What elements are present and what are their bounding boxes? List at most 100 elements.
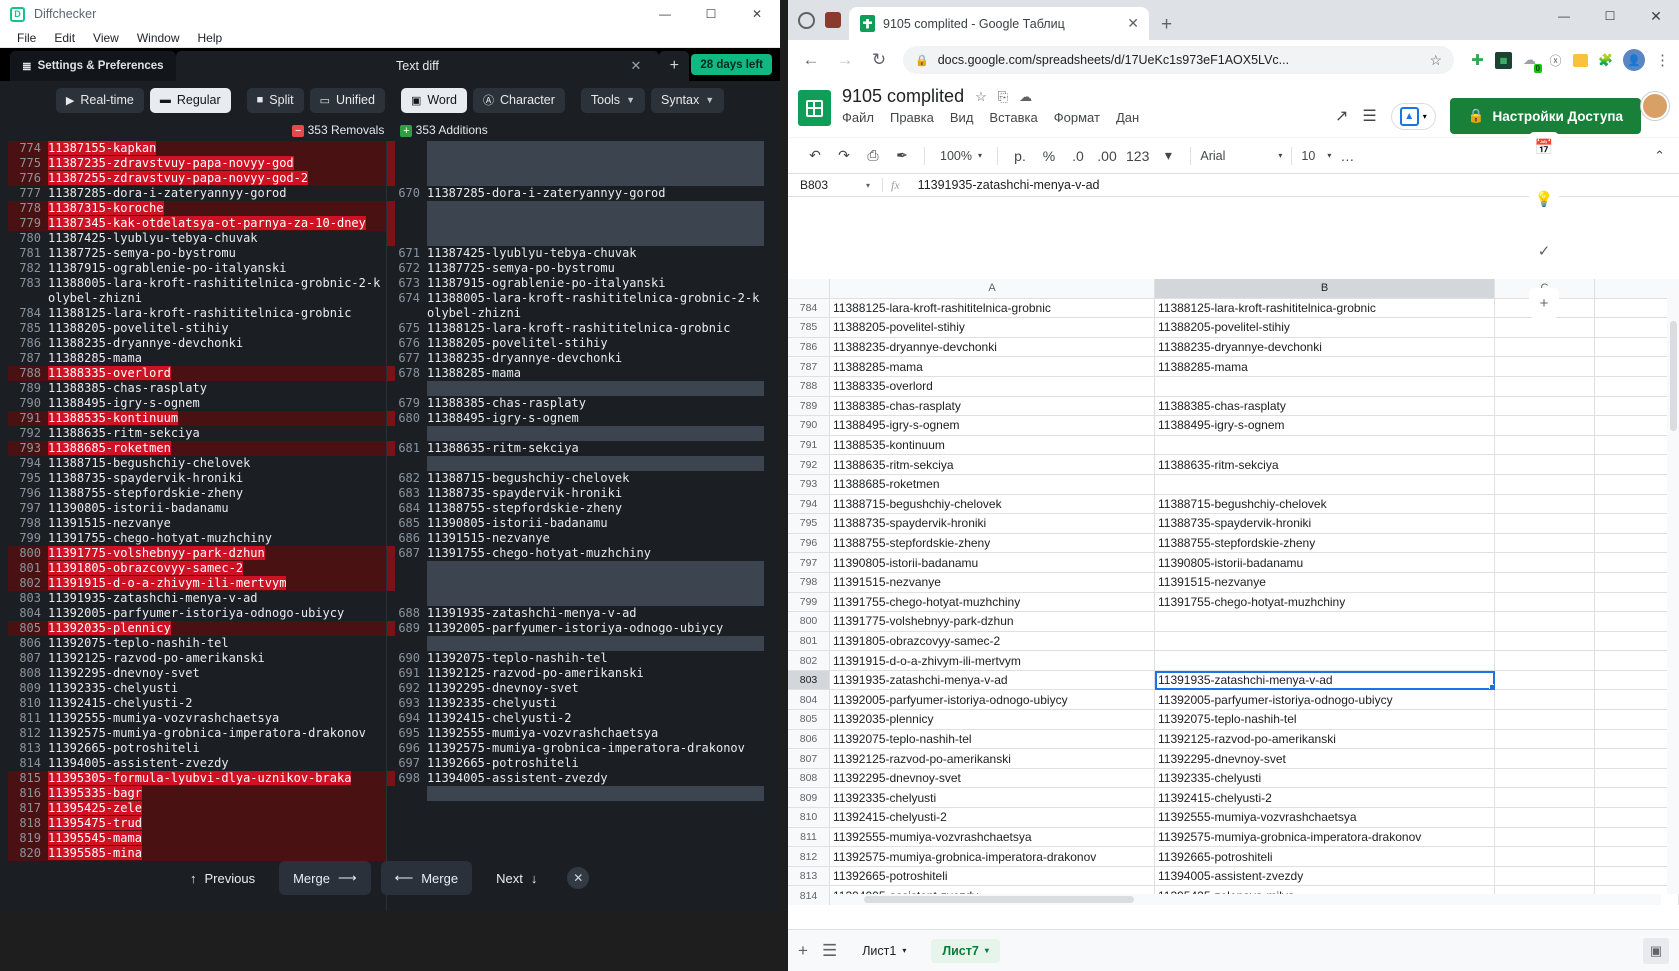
row-header[interactable]: 793 — [788, 474, 830, 495]
diff-pane-right[interactable]: 670 11387285-dora-i-zateryannyy-gorod 671 1… — [386, 141, 764, 911]
cell-a[interactable]: 11388635-ritm-sekciya — [830, 455, 1155, 475]
print-icon[interactable]: ⎙ — [860, 143, 886, 169]
name-box[interactable]: B803 ▾ — [796, 178, 874, 192]
add-sheet-icon[interactable]: + — [798, 941, 808, 961]
cell-b[interactable]: 11392125-razvod-po-amerikanski — [1155, 729, 1495, 750]
syntax-menu-button[interactable]: Syntax ▼ — [650, 87, 725, 113]
cell-b[interactable]: 11388735-spaydervik-hroniki — [1155, 514, 1495, 534]
menu-help[interactable]: Help — [189, 30, 232, 46]
row-header[interactable]: 797 — [788, 553, 830, 573]
collapse-toolbar-icon[interactable]: ⌃ — [1654, 148, 1665, 164]
cell-b[interactable] — [1155, 376, 1495, 397]
row-header[interactable]: 804 — [788, 690, 830, 711]
cell-b[interactable] — [1155, 474, 1495, 495]
row-header[interactable]: 798 — [788, 572, 830, 593]
view-unified-button[interactable]: ▭ Unified — [309, 87, 385, 113]
cell-c[interactable] — [1495, 749, 1595, 769]
more-options-icon[interactable]: … — [1334, 143, 1360, 169]
cell-b[interactable]: 11392005-parfyumer-istoriya-odnogo-ubiyc… — [1155, 690, 1495, 711]
currency-format-icon[interactable]: р. — [1007, 143, 1033, 169]
cell-c[interactable] — [1495, 808, 1595, 828]
chrome-menu-icon[interactable]: ⋮ — [1654, 52, 1671, 69]
keep-icon[interactable]: 💡 — [1529, 184, 1559, 214]
cell-a[interactable]: 11388285-mama — [830, 357, 1155, 377]
menu-view[interactable]: Вид — [950, 110, 974, 125]
explore-chart-icon[interactable]: ↗ — [1335, 106, 1348, 126]
settings-preferences-button[interactable]: ≣ Settings & Preferences — [10, 51, 176, 81]
forward-button[interactable]: → — [830, 45, 860, 75]
maximize-icon[interactable]: ☐ — [688, 0, 734, 28]
new-tab-button[interactable]: + — [1161, 14, 1172, 36]
menu-data[interactable]: Дан — [1116, 110, 1139, 125]
row-header[interactable]: 803 — [788, 670, 830, 691]
cell-a[interactable]: 11388685-roketmen — [830, 474, 1155, 495]
cell-c[interactable] — [1495, 651, 1595, 671]
sheet-tab-list1[interactable]: Лист1 ▾ — [851, 939, 917, 963]
globe-icon[interactable] — [798, 11, 815, 29]
row-header[interactable]: 806 — [788, 729, 830, 750]
folder-extension-icon[interactable] — [1573, 53, 1588, 67]
row-header[interactable]: 805 — [788, 710, 830, 730]
cell-c[interactable] — [1495, 788, 1595, 809]
cell-b[interactable]: 11388205-povelitel-stihiy — [1155, 318, 1495, 338]
row-header[interactable]: 788 — [788, 376, 830, 397]
tasks-icon[interactable]: ✓ — [1529, 236, 1559, 266]
sheet-tab-list7[interactable]: Лист7 ▾ — [931, 938, 1000, 963]
cell-b[interactable] — [1155, 612, 1495, 632]
font-selector[interactable]: Arial ▾ — [1200, 149, 1282, 163]
cell-a[interactable]: 11388385-chas-rasplaty — [830, 396, 1155, 417]
minimize-icon[interactable]: — — [1541, 0, 1587, 32]
cell-b[interactable]: 11392415-chelyusti-2 — [1155, 788, 1495, 809]
cell-b[interactable]: 11391935-zatashchi-menya-v-ad — [1155, 670, 1495, 691]
cell-b[interactable]: 11388755-stepfordskie-zheny — [1155, 533, 1495, 554]
cell-a[interactable]: 11392075-teplo-nashih-tel — [830, 729, 1155, 750]
move-to-folder-icon[interactable]: ⎘ — [998, 89, 1008, 105]
explore-button[interactable]: ▣ — [1643, 937, 1669, 964]
cell-b[interactable]: 11394005-assistent-zvezdy — [1155, 866, 1495, 887]
tab-text-diff[interactable]: Text diff ✕ — [175, 51, 660, 81]
cell-a[interactable]: 11391775-volshebnyy-park-dzhun — [830, 612, 1155, 632]
row-header[interactable]: 808 — [788, 768, 830, 789]
row-header[interactable]: 792 — [788, 455, 830, 475]
row-header[interactable]: 801 — [788, 631, 830, 652]
menu-format[interactable]: Формат — [1054, 110, 1100, 125]
comment-icon[interactable]: ☰ — [1362, 106, 1376, 126]
tab-close-icon[interactable]: ✕ — [630, 58, 641, 74]
publish-button[interactable]: ▲ ▾ — [1390, 102, 1436, 130]
cell-a[interactable]: 11392035-plennicy — [830, 710, 1155, 730]
next-diff-button[interactable]: Next ↓ — [482, 861, 551, 895]
merge-to-left-button[interactable]: ⟵ Merge — [381, 861, 473, 895]
row-header[interactable]: 790 — [788, 416, 830, 436]
row-header[interactable]: 799 — [788, 592, 830, 613]
cell-a[interactable]: 11390805-istorii-badanamu — [830, 553, 1155, 573]
cell-b[interactable] — [1155, 651, 1495, 671]
cell-a[interactable]: 11392125-razvod-po-amerikanski — [830, 749, 1155, 769]
cell-c[interactable] — [1495, 866, 1595, 887]
cell-a[interactable]: 11392575-mumiya-grobnica-imperatora-drak… — [830, 847, 1155, 867]
cell-c[interactable] — [1495, 710, 1595, 730]
formula-input[interactable]: 11391935-zatashchi-menya-v-ad — [918, 178, 1100, 192]
cell-b[interactable]: 11392075-teplo-nashih-tel — [1155, 710, 1495, 730]
add-panel-icon[interactable]: + — [1529, 288, 1559, 318]
menu-view[interactable]: View — [84, 30, 128, 46]
cell-a[interactable]: 11392005-parfyumer-istoriya-odnogo-ubiyc… — [830, 690, 1155, 711]
horizontal-scrollbar[interactable] — [830, 894, 1661, 905]
view-split-button[interactable]: ■ Split — [246, 87, 304, 113]
trial-badge[interactable]: 28 days left — [691, 54, 772, 75]
cell-c[interactable] — [1495, 729, 1595, 750]
granularity-word-button[interactable]: ▣ Word — [400, 87, 467, 113]
row-header[interactable]: 802 — [788, 651, 830, 671]
vertical-scroll-thumb[interactable] — [1669, 321, 1677, 431]
font-size-selector[interactable]: 10 ▾ — [1301, 149, 1331, 163]
bookmark-star-icon[interactable]: ☆ — [1429, 52, 1442, 69]
redo-icon[interactable]: ↷ — [831, 143, 857, 169]
row-header[interactable]: 800 — [788, 612, 830, 632]
new-diff-tab-button[interactable]: + — [659, 51, 690, 81]
cell-b[interactable]: 11390805-istorii-badanamu — [1155, 553, 1495, 573]
cell-b[interactable]: 11388125-lara-kroft-rashititelnica-grobn… — [1155, 298, 1495, 319]
cell-a[interactable]: 11388235-dryannye-devchonki — [830, 337, 1155, 358]
cell-a[interactable]: 11388735-spaydervik-hroniki — [830, 514, 1155, 534]
all-sheets-icon[interactable]: ☰ — [822, 941, 837, 961]
cell-a[interactable]: 11388715-begushchiy-chelovek — [830, 494, 1155, 515]
cell-c[interactable] — [1495, 847, 1595, 867]
